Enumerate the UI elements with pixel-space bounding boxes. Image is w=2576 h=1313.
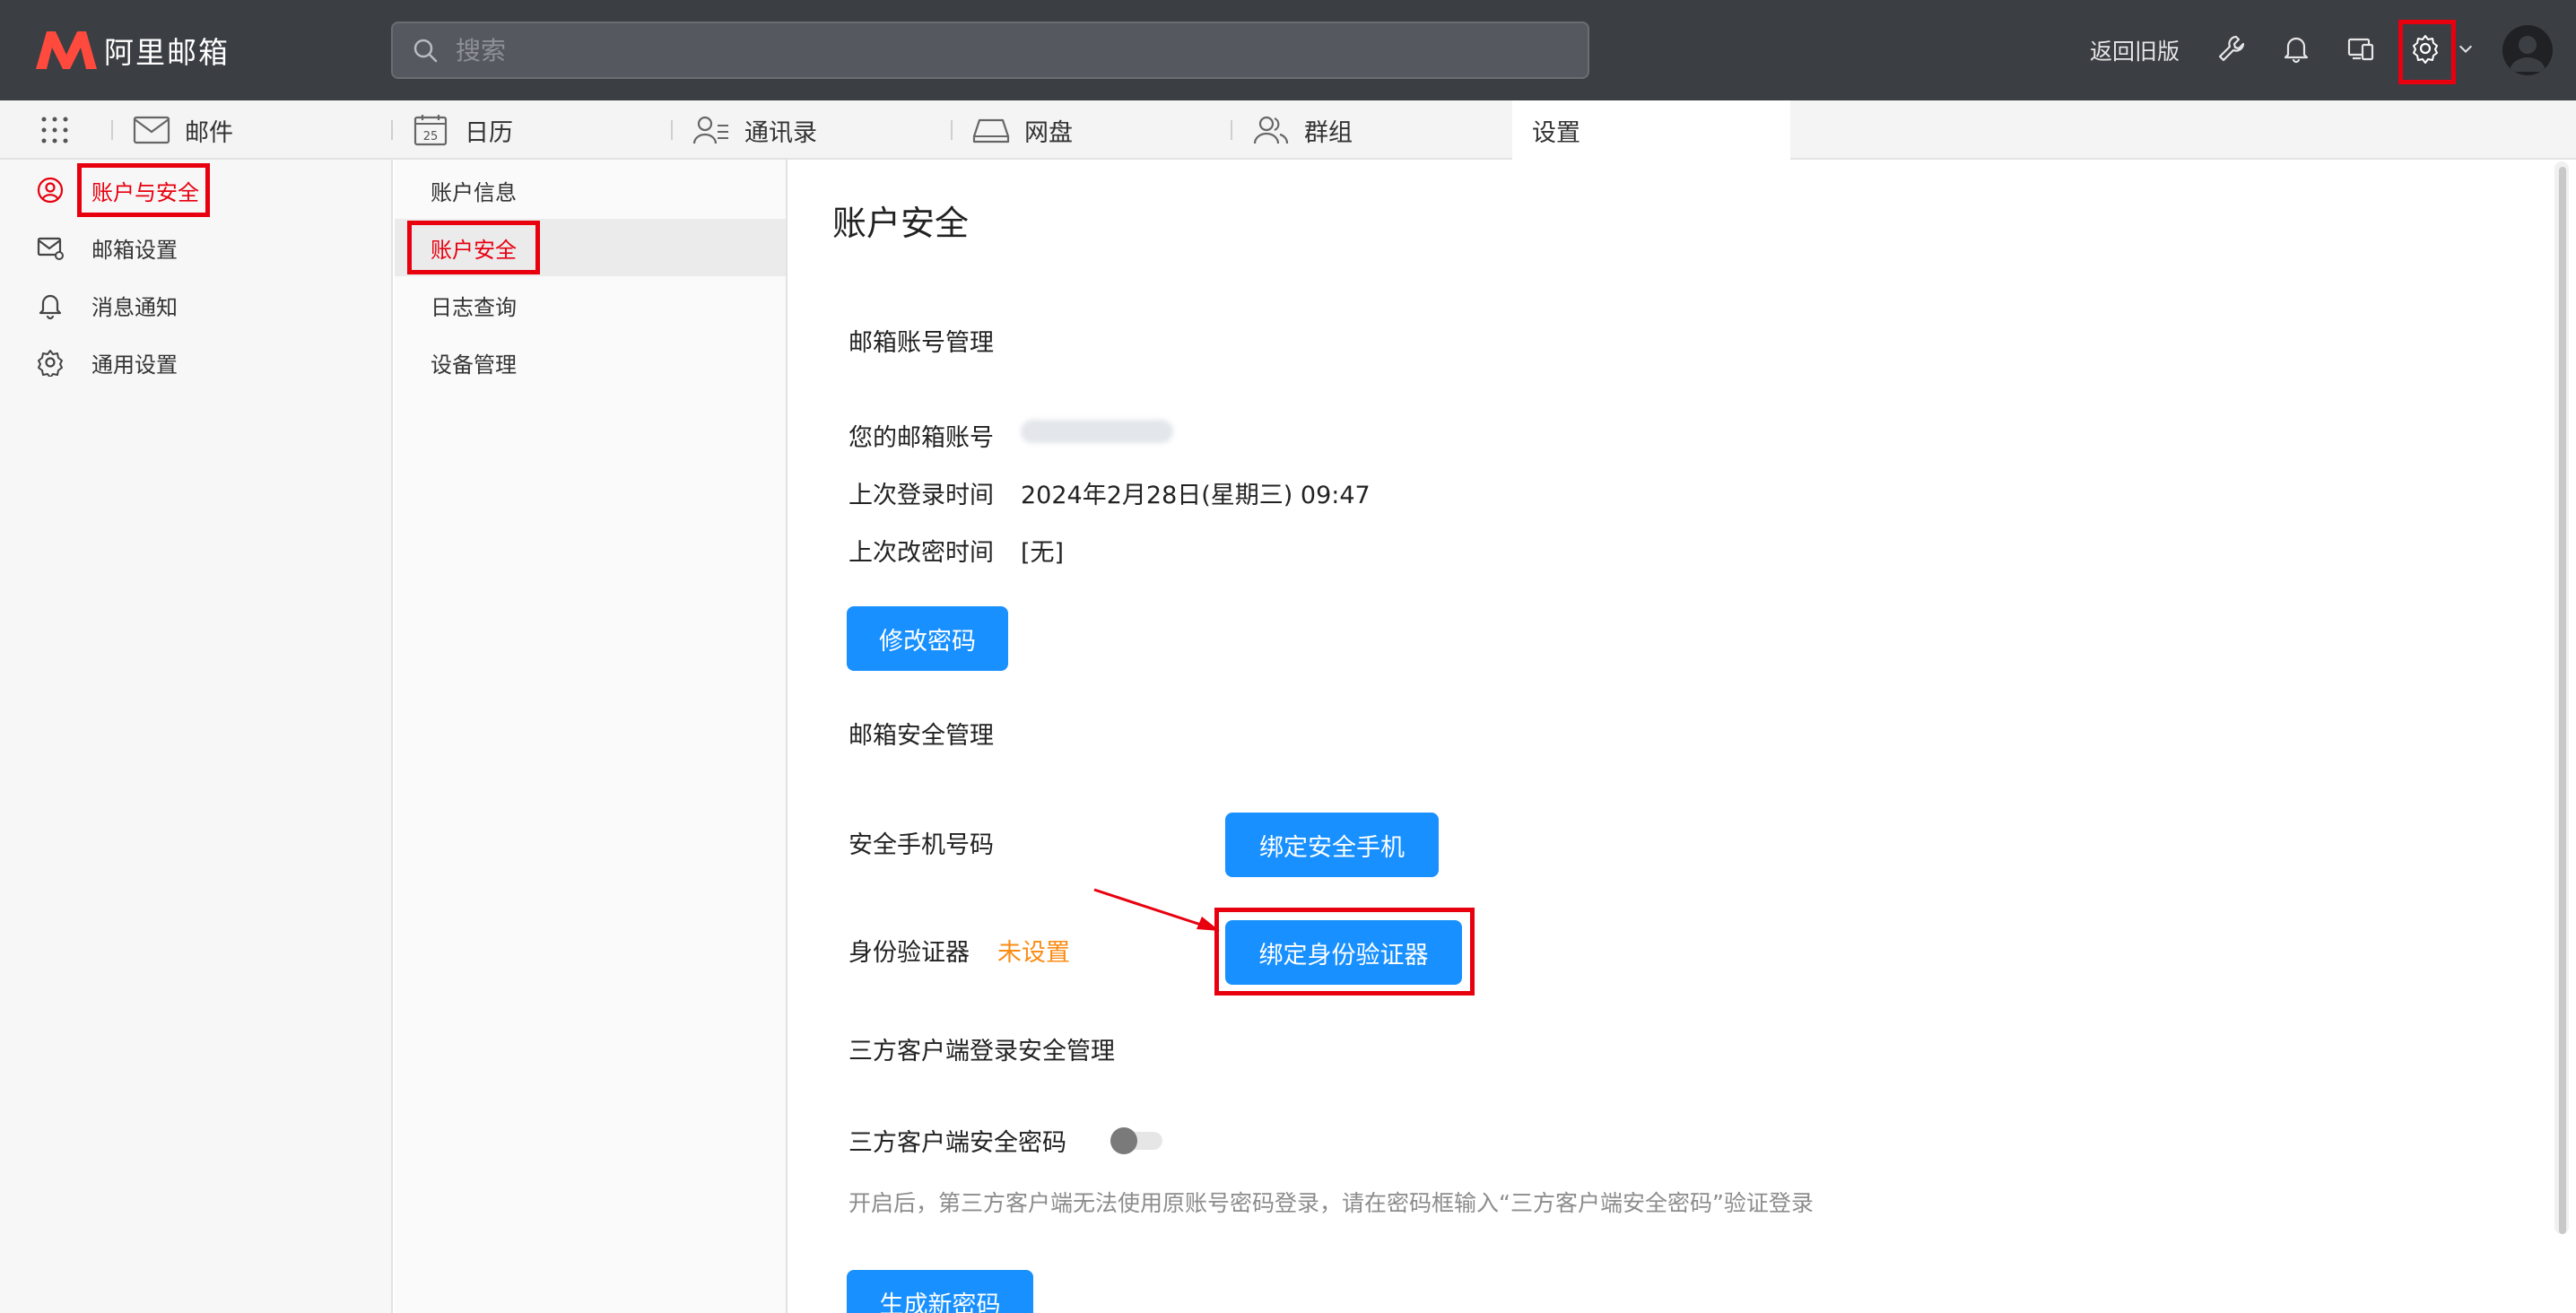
tab-calendar[interactable]: 25 日历 — [413, 100, 513, 160]
security-subnav: 账户信息 账户安全 日志查询 设备管理 — [395, 160, 788, 1313]
top-bar: 阿里邮箱 返回旧版 — [0, 0, 2576, 100]
contacts-icon — [692, 116, 728, 144]
mailbox-account-section-title: 邮箱账号管理 — [849, 329, 994, 357]
third-party-password-label: 三方客户端安全密码 — [849, 1129, 1066, 1157]
apps-grid-icon[interactable] — [39, 115, 70, 145]
subnav-item-log-query[interactable]: 日志查询 — [395, 276, 786, 334]
chevron-down-icon[interactable] — [2452, 30, 2479, 66]
generate-new-password-button[interactable]: 生成新密码 — [847, 1270, 1033, 1313]
sidebar-item-label: 邮箱设置 — [91, 237, 178, 263]
tab-label: 通讯录 — [744, 118, 817, 147]
tab-separator — [1231, 120, 1232, 140]
search-icon — [413, 39, 438, 63]
tab-label: 日历 — [465, 118, 513, 147]
tab-separator — [951, 120, 953, 140]
tab-separator — [111, 120, 113, 140]
scrollbar-thumb[interactable] — [2559, 167, 2566, 1234]
bind-authenticator-button[interactable]: 绑定身份验证器 — [1225, 920, 1462, 985]
last-password-change-value: [无] — [1021, 539, 1065, 567]
sidebar-item-label: 通用设置 — [91, 352, 178, 378]
tab-mail[interactable]: 邮件 — [133, 100, 233, 160]
phone-label: 安全手机号码 — [849, 831, 994, 859]
sidebar-item-label: 消息通知 — [91, 294, 178, 320]
authenticator-status: 未设置 — [997, 939, 1070, 967]
wrench-icon[interactable] — [2214, 30, 2250, 66]
tab-label: 网盘 — [1024, 118, 1073, 147]
app-logo[interactable]: 阿里邮箱 — [34, 25, 230, 75]
authenticator-label: 身份验证器 — [849, 939, 970, 967]
sidebar-item-mail-settings[interactable]: 邮箱设置 — [0, 219, 393, 276]
aliyun-mail-logo-icon — [36, 31, 97, 69]
bell-icon — [39, 294, 62, 319]
page-title: 账户安全 — [832, 204, 970, 243]
tab-label: 邮件 — [185, 118, 233, 147]
account-label: 您的邮箱账号 — [849, 424, 994, 452]
back-old-version-link[interactable]: 返回旧版 — [2090, 34, 2180, 66]
avatar[interactable] — [2502, 25, 2553, 75]
tab-label: 设置 — [1532, 118, 1580, 147]
group-icon — [1253, 116, 1289, 144]
settings-highlight-box — [2398, 20, 2456, 84]
user-icon — [37, 177, 64, 204]
pointer-arrow-icon — [1093, 888, 1220, 931]
tab-contacts[interactable]: 通讯录 — [692, 100, 817, 160]
tab-settings[interactable]: 设置 — [1512, 100, 1790, 160]
module-tabs: 邮件 25 日历 通讯录 网盘 群组 设置 — [0, 100, 2576, 160]
last-login-value: 2024年2月28日(星期三) 09:47 — [1021, 482, 1371, 509]
subnav-highlight-box — [407, 221, 540, 274]
sidebar-highlight-box — [77, 163, 210, 217]
gear-icon — [38, 350, 63, 377]
mail-icon — [133, 116, 170, 144]
third-party-section-title: 三方客户端登录安全管理 — [849, 1038, 1115, 1065]
mail-settings-icon — [37, 237, 64, 260]
calendar-icon: 25 — [413, 115, 448, 146]
tab-groups[interactable]: 群组 — [1252, 100, 1353, 160]
last-password-change-label: 上次改密时间 — [849, 539, 994, 567]
tab-separator — [671, 120, 673, 140]
logo-text: 阿里邮箱 — [104, 35, 230, 70]
tab-label: 群组 — [1304, 118, 1353, 147]
main-content: 账户安全 邮箱账号管理 您的邮箱账号 上次登录时间 2024年2月28日(星期三… — [789, 160, 2551, 1313]
bind-phone-button[interactable]: 绑定安全手机 — [1225, 813, 1439, 877]
tab-separator — [391, 120, 393, 140]
user-avatar-icon — [2510, 36, 2546, 72]
search-box[interactable] — [391, 22, 1589, 79]
last-login-label: 上次登录时间 — [849, 482, 994, 509]
search-input[interactable] — [456, 35, 1532, 65]
subnav-item-device-management[interactable]: 设备管理 — [395, 334, 786, 391]
security-section-title: 邮箱安全管理 — [849, 722, 994, 750]
drive-icon — [972, 118, 1010, 143]
settings-sidebar: 账户与安全 邮箱设置 消息通知 通用设置 — [0, 160, 393, 1313]
bell-icon[interactable] — [2278, 30, 2314, 66]
third-party-hint: 开启后，第三方客户端无法使用原账号密码登录，请在密码框输入“三方客户端安全密码”… — [849, 1190, 1814, 1216]
sidebar-item-notifications[interactable]: 消息通知 — [0, 276, 393, 334]
subnav-item-account-info[interactable]: 账户信息 — [395, 161, 786, 219]
sidebar-item-general-settings[interactable]: 通用设置 — [0, 334, 393, 391]
devices-icon[interactable] — [2343, 30, 2379, 66]
change-password-button[interactable]: 修改密码 — [847, 606, 1008, 671]
svg-text:25: 25 — [423, 130, 439, 143]
account-value-redacted — [1021, 420, 1173, 443]
toggle-knob — [1110, 1127, 1137, 1154]
third-party-password-toggle[interactable] — [1110, 1127, 1164, 1154]
tab-drive[interactable]: 网盘 — [972, 100, 1073, 160]
